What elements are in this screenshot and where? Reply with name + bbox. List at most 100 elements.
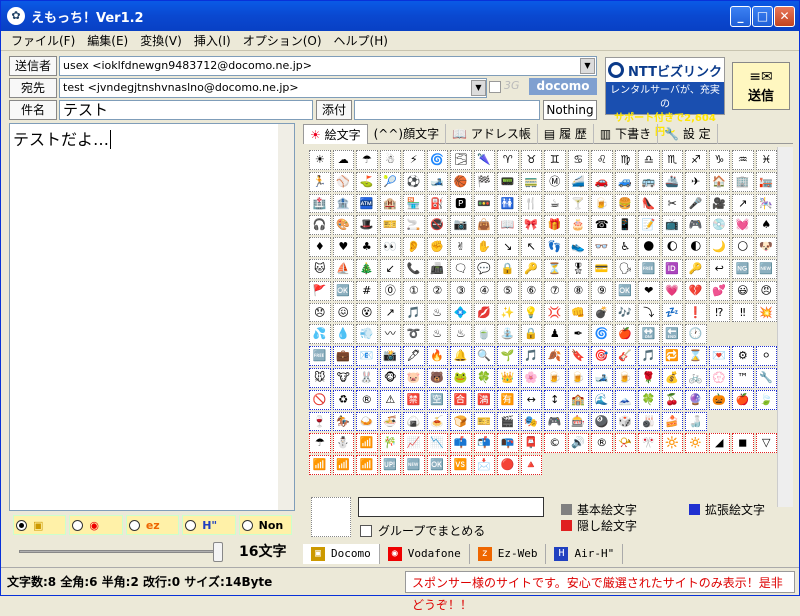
emoji-cell[interactable]: ↕ — [544, 389, 566, 410]
emoji-cell[interactable]: 🌔 — [661, 237, 683, 257]
emoji-cell[interactable]: 🎁 — [544, 215, 566, 236]
emoji-cell[interactable]: ♍ — [614, 150, 636, 170]
emoji-cell[interactable]: 🍔 — [614, 193, 636, 214]
emoji-cell[interactable]: 🎨 — [332, 215, 354, 236]
emoji-cell[interactable]: 🚗 — [591, 171, 613, 192]
menu-edit[interactable]: 編集(E) — [81, 32, 134, 49]
emoji-cell[interactable]: 🏇 — [332, 411, 354, 432]
emoji-cell[interactable]: 🏁 — [473, 171, 495, 192]
palette-scrollbar[interactable] — [777, 147, 793, 507]
emoji-cell[interactable]: 🎲 — [614, 411, 636, 432]
emoji-cell[interactable]: 🆓 — [638, 258, 660, 279]
emoji-cell[interactable]: # — [356, 280, 378, 301]
emoji-cell[interactable]: 🐶 — [755, 237, 777, 257]
emoji-cell[interactable]: 🆔 — [661, 258, 683, 279]
emoji-cell[interactable]: ✌ — [450, 237, 472, 257]
emoji-cell[interactable]: 🎂 — [567, 215, 589, 236]
emoji-cell[interactable]: 🔁 — [661, 346, 683, 366]
emoji-cell[interactable]: 🌊 — [591, 389, 613, 410]
emoji-cell[interactable]: 💰 — [661, 367, 683, 388]
emoji-cell[interactable]: 🐻 — [426, 367, 448, 388]
tab-kaomoji[interactable]: (^^)顔文字 — [368, 124, 447, 144]
emoji-cell[interactable]: 🔧 — [755, 367, 777, 388]
emoji-cell[interactable]: ① — [403, 280, 425, 301]
emoji-cell[interactable]: 🈲 — [403, 389, 425, 410]
menu-convert[interactable]: 変換(V) — [134, 32, 188, 49]
menu-insert[interactable]: 挿入(I) — [188, 32, 237, 49]
emoji-cell[interactable]: 🌫 — [450, 150, 472, 170]
emoji-cell[interactable]: 📝 — [638, 215, 660, 236]
emoji-cell[interactable]: 🚩 — [309, 280, 331, 301]
emoji-cell[interactable]: ⛽ — [426, 193, 448, 214]
emoji-cell[interactable]: ② — [426, 280, 448, 301]
emoji-cell[interactable]: 💓 — [732, 215, 754, 236]
radio-airh[interactable]: H" — [182, 515, 236, 535]
emoji-cell[interactable]: 📮 — [520, 433, 542, 454]
emoji-cell[interactable]: 〰 — [379, 324, 401, 345]
3g-checkbox[interactable] — [489, 81, 501, 93]
emoji-cell[interactable]: 🎋 — [379, 433, 401, 454]
emoji-cell[interactable]: ✂ — [661, 193, 683, 214]
emoji-cell[interactable]: ✨ — [497, 302, 519, 323]
emoji-cell[interactable]: ⛄ — [332, 433, 354, 454]
emoji-cell[interactable]: 😃 — [732, 280, 754, 301]
emoji-cell[interactable]: 🎮 — [544, 411, 566, 432]
emoji-cell[interactable]: 🐷 — [403, 367, 425, 388]
emoji-cell[interactable]: 🍞 — [450, 411, 472, 432]
emoji-cell[interactable]: 📶 — [356, 455, 378, 475]
emoji-cell[interactable]: 🈶 — [497, 389, 519, 410]
emoji-cell[interactable]: 🍺 — [567, 367, 589, 388]
emoji-cell[interactable]: 🎶 — [614, 302, 636, 323]
tab-emoji[interactable]: ☀ 絵文字 — [303, 124, 368, 144]
emoji-cell[interactable]: 🎵 — [520, 346, 542, 366]
emoji-cell[interactable]: ☂ — [356, 150, 378, 170]
radio-non[interactable]: Non — [238, 515, 293, 535]
emoji-cell[interactable]: 💼 — [332, 346, 354, 366]
emoji-cell[interactable]: 👑 — [497, 367, 519, 388]
emoji-cell[interactable]: 🎫 — [473, 411, 495, 432]
emoji-cell[interactable]: ❤ — [638, 280, 660, 301]
emoji-cell[interactable]: 🎿 — [426, 171, 448, 192]
emoji-cell[interactable]: ® — [356, 389, 378, 410]
emoji-cell[interactable]: 🔒 — [497, 258, 519, 279]
emoji-cell[interactable]: 🔴 — [497, 455, 519, 475]
emoji-cell[interactable]: ↗ — [732, 193, 754, 214]
emoji-cell[interactable]: 💔 — [685, 280, 707, 301]
ntt-ad-banner[interactable]: NTTビズリンク レンタルサーバが、充実の サポート付きで2,604円〜 — [605, 57, 725, 138]
emoji-cell[interactable]: 🚫 — [309, 389, 331, 410]
emoji-cell[interactable]: 🏧 — [356, 193, 378, 214]
emoji-cell[interactable]: 🌹 — [638, 367, 660, 388]
emoji-cell[interactable]: 🚻 — [497, 193, 519, 214]
emoji-cell[interactable]: 🎖 — [567, 258, 589, 279]
minimize-button[interactable]: _ — [730, 6, 751, 27]
emoji-cell[interactable]: 😖 — [332, 302, 354, 323]
title-bar[interactable]: ✿ えもっち！Ver1.2 _ □ ✕ — [1, 1, 799, 31]
emoji-cell[interactable]: 🏦 — [332, 193, 354, 214]
emoji-cell[interactable]: 🔆 — [661, 433, 683, 454]
emoji-cell[interactable]: 🏨 — [379, 193, 401, 214]
emoji-cell[interactable]: 📟 — [497, 171, 519, 192]
emoji-cell[interactable]: ⌛ — [685, 346, 707, 366]
emoji-cell[interactable]: 🍺 — [614, 367, 636, 388]
emoji-cell[interactable]: 💦 — [309, 324, 331, 345]
emoji-cell[interactable]: 🚢 — [661, 171, 683, 192]
emoji-cell[interactable]: 🍺 — [544, 367, 566, 388]
emoji-cell[interactable]: 🍎 — [614, 324, 636, 345]
emoji-cell[interactable]: 🔊 — [567, 433, 589, 454]
radio-vodafone[interactable]: ◉ — [69, 515, 123, 535]
emoji-cell[interactable]: 🏠 — [708, 171, 730, 192]
emoji-cell[interactable]: 📩 — [473, 455, 495, 475]
emoji-cell[interactable]: ♨ — [426, 302, 448, 323]
emoji-cell[interactable]: 📈 — [403, 433, 425, 454]
emoji-cell[interactable]: 🏢 — [732, 171, 754, 192]
emoji-cell[interactable]: 🔑 — [520, 258, 542, 279]
emoji-cell[interactable]: 🐭 — [309, 367, 331, 388]
emoji-cell[interactable]: ⚙ — [732, 346, 754, 366]
emoji-cell[interactable]: 🆗 — [332, 280, 354, 301]
emoji-cell[interactable]: ♻ — [332, 389, 354, 410]
tab-addressbook[interactable]: 📖 アドレス帳 — [446, 124, 538, 144]
emoji-cell[interactable]: ♐ — [685, 150, 707, 170]
emoji-cell[interactable]: ☂ — [309, 433, 331, 454]
emoji-cell[interactable]: 💕 — [708, 280, 730, 301]
emoji-cell[interactable]: ↗ — [379, 302, 401, 323]
